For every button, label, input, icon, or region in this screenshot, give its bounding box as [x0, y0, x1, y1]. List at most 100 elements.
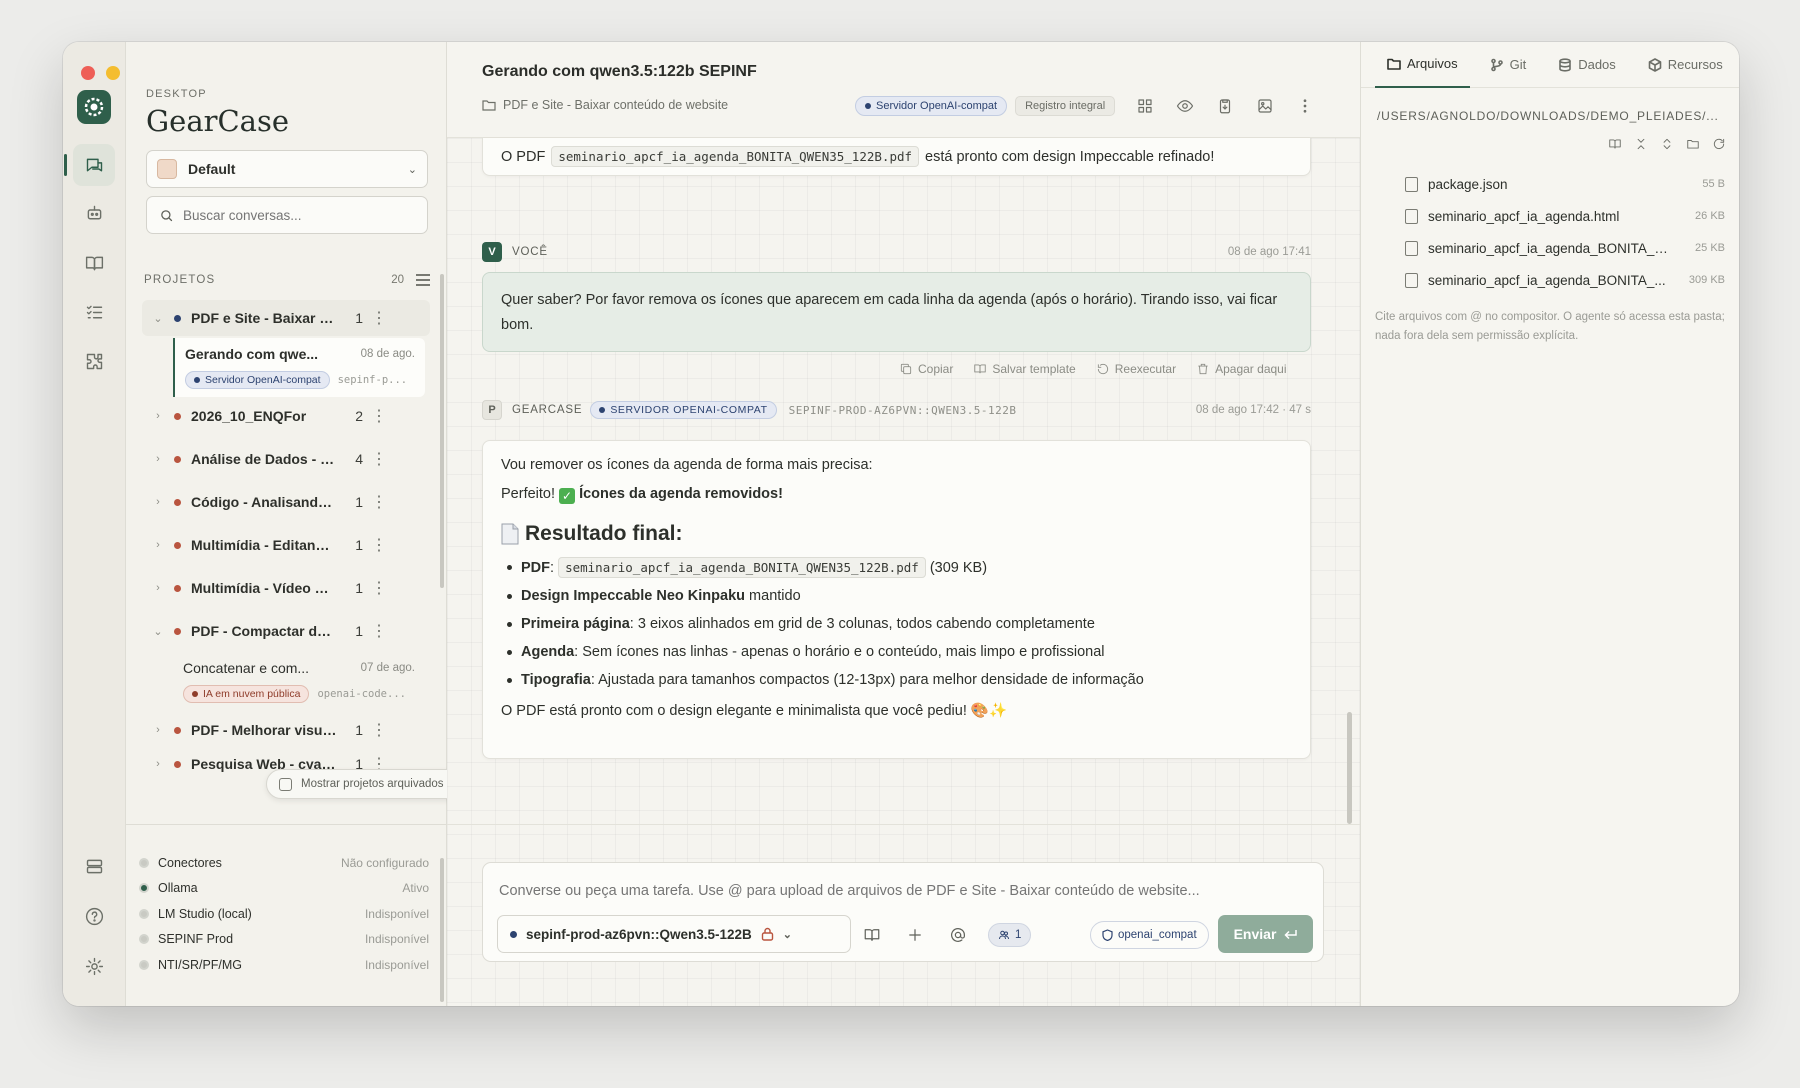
- connector-status: Indisponível: [364, 932, 429, 947]
- help-nav-icon[interactable]: [73, 895, 115, 937]
- project-item[interactable]: › Análise de Dados - Fazen... 4 ⋮: [142, 441, 430, 477]
- project-breadcrumb[interactable]: PDF e Site - Baixar conteúdo de website: [482, 98, 728, 112]
- tab-arquivos[interactable]: Arquivos: [1375, 42, 1470, 88]
- close-window-button[interactable]: [81, 66, 95, 80]
- more-options-icon[interactable]: ⋮: [363, 449, 395, 469]
- tab-recursos[interactable]: Recursos: [1636, 42, 1735, 88]
- save-template-button[interactable]: Salvar template: [973, 362, 1076, 376]
- image-export-icon[interactable]: [1253, 94, 1277, 118]
- conversation-sidebar: DESKTOP GearCase Default ⌄ PROJETOS 20 ⌄…: [126, 42, 488, 1006]
- project-item[interactable]: › PDF - Melhorar visual de ... 1 ⋮: [142, 712, 430, 748]
- chevron-right-icon[interactable]: ›: [148, 724, 168, 736]
- library-icon[interactable]: [860, 923, 884, 947]
- storage-nav-icon[interactable]: [73, 845, 115, 887]
- chevron-right-icon[interactable]: ›: [148, 758, 168, 770]
- project-color-dot: [174, 627, 181, 635]
- collapse-icon[interactable]: [1633, 136, 1648, 151]
- tab-dados[interactable]: Dados: [1546, 42, 1628, 88]
- message-input[interactable]: [499, 883, 1299, 899]
- more-options-icon[interactable]: ⋮: [363, 308, 395, 328]
- chevron-right-icon[interactable]: ›: [148, 496, 168, 508]
- conversation-item[interactable]: Concatenar e com... 07 de ago. IA em nuv…: [173, 652, 425, 711]
- file-item[interactable]: seminario_apcf_ia_agenda.html 26 KB: [1405, 200, 1725, 232]
- expand-icon[interactable]: [1659, 136, 1674, 151]
- sidebar-scrollbar[interactable]: [440, 274, 444, 588]
- file-item[interactable]: seminario_apcf_ia_agenda_BONITA_... 309 …: [1405, 264, 1725, 296]
- more-options-icon[interactable]: ⋮: [363, 535, 395, 555]
- rerun-button[interactable]: Reexecutar: [1096, 362, 1176, 376]
- settings-gear-icon[interactable]: [73, 945, 115, 987]
- provider-badge[interactable]: openai_compat: [1090, 921, 1209, 949]
- conversation-search[interactable]: [146, 196, 428, 234]
- more-options-icon[interactable]: ⋮: [363, 492, 395, 512]
- open-folder-icon[interactable]: [1685, 136, 1700, 151]
- clipboard-icon[interactable]: [1213, 94, 1237, 118]
- mention-icon[interactable]: [946, 923, 970, 947]
- files-panel: Arquivos Git Dados Recursos /USERS/AGNOL…: [1360, 42, 1739, 1006]
- project-name: Multimídia - Editando víd...: [191, 537, 337, 553]
- chevron-down-icon[interactable]: ⌄: [148, 625, 168, 638]
- connector-item[interactable]: NTI/SR/PF/MG Indisponível: [139, 952, 429, 978]
- connector-item[interactable]: SEPINF Prod Indisponível: [139, 927, 429, 953]
- connector-item[interactable]: Ollama Ativo: [139, 876, 429, 902]
- copy-button[interactable]: Copiar: [899, 362, 953, 376]
- connector-status: Não configurado: [340, 855, 429, 870]
- project-item[interactable]: ⌄ PDF - Compactar docume... 1 ⋮: [142, 613, 430, 649]
- project-count: 1: [355, 623, 363, 639]
- eye-icon[interactable]: [1173, 94, 1197, 118]
- user-message: Quer saber? Por favor remova os ícones q…: [482, 272, 1311, 352]
- chevron-right-icon[interactable]: ›: [148, 410, 168, 422]
- delete-from-here-button[interactable]: Apagar daqui: [1196, 362, 1287, 376]
- connectors-scrollbar[interactable]: [440, 858, 444, 1002]
- agent-nav-icon[interactable]: [73, 192, 115, 234]
- more-options-icon[interactable]: ⋮: [363, 720, 395, 740]
- send-button[interactable]: Enviar: [1218, 915, 1313, 953]
- plugins-nav-icon[interactable]: [73, 340, 115, 382]
- log-badge: Registro integral: [1015, 96, 1116, 116]
- library-nav-icon[interactable]: [73, 242, 115, 284]
- grid-view-icon[interactable]: [1133, 94, 1157, 118]
- chevron-right-icon[interactable]: ›: [148, 539, 168, 551]
- project-item[interactable]: ⌄ PDF e Site - Baixar conte... 1 ⋮: [142, 300, 430, 336]
- refresh-icon[interactable]: [1711, 136, 1726, 151]
- agents-count: 1: [1015, 929, 1022, 941]
- more-options-icon[interactable]: ⋮: [363, 406, 395, 426]
- chevron-right-icon[interactable]: ›: [148, 582, 168, 594]
- chat-scrollbar[interactable]: [1347, 712, 1352, 824]
- workspace-selector[interactable]: Default ⌄: [146, 150, 428, 188]
- model-selector[interactable]: sepinf-prod-az6pvn::Qwen3.5-122B ⌄: [497, 915, 851, 953]
- conversation-title: Gerando com qwen3.5:122b SEPINF: [482, 63, 757, 80]
- project-item[interactable]: › 2026_10_ENQFor 2 ⋮: [142, 398, 430, 434]
- minimize-window-button[interactable]: [106, 66, 120, 80]
- bullet-key: Agenda: [521, 644, 575, 660]
- agents-counter[interactable]: 1: [988, 923, 1032, 947]
- bullet-key: Design Impeccable Neo Kinpaku: [521, 588, 746, 604]
- project-color-dot: [174, 584, 181, 592]
- connector-name: SEPINF Prod: [158, 932, 234, 947]
- divider: [126, 824, 447, 825]
- project-link[interactable]: PDF e Site - Baixar conteúdo de website: [503, 98, 728, 112]
- search-input[interactable]: [183, 207, 403, 223]
- open-book-icon[interactable]: [1607, 136, 1622, 151]
- more-options-icon[interactable]: ⋮: [363, 578, 395, 598]
- status-dot: [139, 908, 149, 919]
- chevron-right-icon[interactable]: ›: [148, 453, 168, 465]
- more-options-icon[interactable]: [1293, 94, 1317, 118]
- project-item[interactable]: › Multimídia - Editando víd... 1 ⋮: [142, 527, 430, 563]
- more-options-icon[interactable]: ⋮: [363, 621, 395, 641]
- conversation-item[interactable]: Gerando com qwe... 08 de ago. Servidor O…: [173, 338, 425, 397]
- add-icon[interactable]: [903, 923, 927, 947]
- connector-item[interactable]: Conectores Não configurado: [139, 850, 429, 876]
- project-item[interactable]: › Código - Analisando pleia... 1 ⋮: [142, 484, 430, 520]
- file-item[interactable]: seminario_apcf_ia_agenda_BONITA_Q... 25 …: [1405, 232, 1725, 264]
- tasks-nav-icon[interactable]: [73, 291, 115, 333]
- folder-icon: [1387, 58, 1401, 70]
- archived-checkbox[interactable]: [279, 777, 292, 791]
- project-item[interactable]: › Multimídia - Vídeo para á... 1 ⋮: [142, 570, 430, 606]
- list-menu-icon[interactable]: [416, 274, 430, 286]
- chat-nav-icon[interactable]: [64, 144, 115, 186]
- connector-item[interactable]: LM Studio (local) Indisponível: [139, 901, 429, 927]
- file-item[interactable]: package.json 55 B: [1405, 168, 1725, 200]
- tab-git[interactable]: Git: [1478, 42, 1539, 88]
- chevron-down-icon[interactable]: ⌄: [148, 312, 168, 325]
